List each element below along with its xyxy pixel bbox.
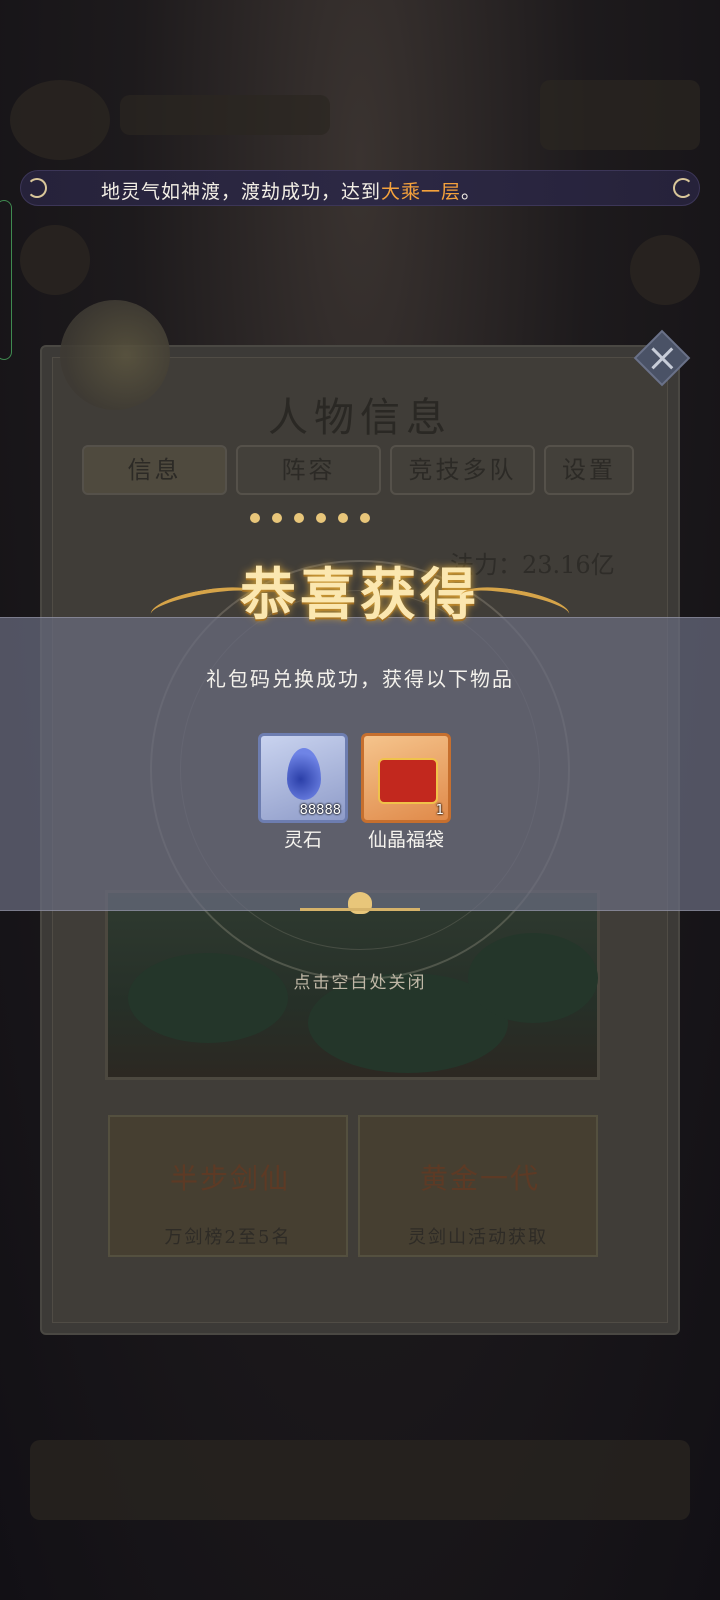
reward-item-lucky-bag[interactable]: 1 [361,733,451,823]
title-card-golden-generation[interactable]: 黄金一代 灵剑山活动获取 [358,1115,598,1257]
moon-icon [673,178,693,198]
item-count: 88888 [299,803,341,818]
bg-right-icon [630,235,700,305]
tab-lineup[interactable]: 阵容 [236,445,381,495]
bg-left-icon [20,225,90,295]
item-name: 仙晶福袋 [367,829,444,851]
title-caption: 万剑榜2至5名 [164,1227,292,1248]
announcement-bar: 地灵气如神渡，渡劫成功，达到大乘一层。 [20,170,700,206]
announcement-text: 地灵气如神渡，渡劫成功，达到大乘一层。 [101,181,482,203]
lotus-ornament-icon [300,890,420,920]
reward-item-spirit-stone[interactable]: 88888 [258,733,348,823]
item-name: 灵石 [283,829,322,851]
bg-bottom-bar [30,1440,690,1520]
bg-avatar [10,80,110,160]
reward-subtitle: 礼包码兑换成功，获得以下物品 [206,667,514,691]
tab-info[interactable]: 信息 [82,445,227,495]
side-tab-edge[interactable] [0,200,12,360]
spirit-stone-icon [287,748,321,800]
tab-arena-teams[interactable]: 竞技多队 [390,445,535,495]
title-card-sword-immortal[interactable]: 半步剑仙 万剑榜2至5名 [108,1115,348,1257]
sparkle-trail-icon [250,508,430,532]
close-hint[interactable]: 点击空白处关闭 [0,968,720,993]
congrats-banner: 恭喜获得 [148,540,572,630]
title-caption: 灵剑山活动获取 [408,1227,548,1248]
title-logo: 半步剑仙 [169,1162,290,1195]
panel-title: 人物信息 [268,395,452,441]
bg-name-bar [120,95,330,135]
title-logo: 黄金一代 [419,1162,540,1195]
lucky-bag-icon [378,758,438,804]
tab-settings[interactable]: 设置 [544,445,634,495]
reward-ribbon [0,617,720,911]
moon-icon [27,178,47,198]
item-count: 1 [435,803,444,818]
bg-top-right [540,80,700,150]
